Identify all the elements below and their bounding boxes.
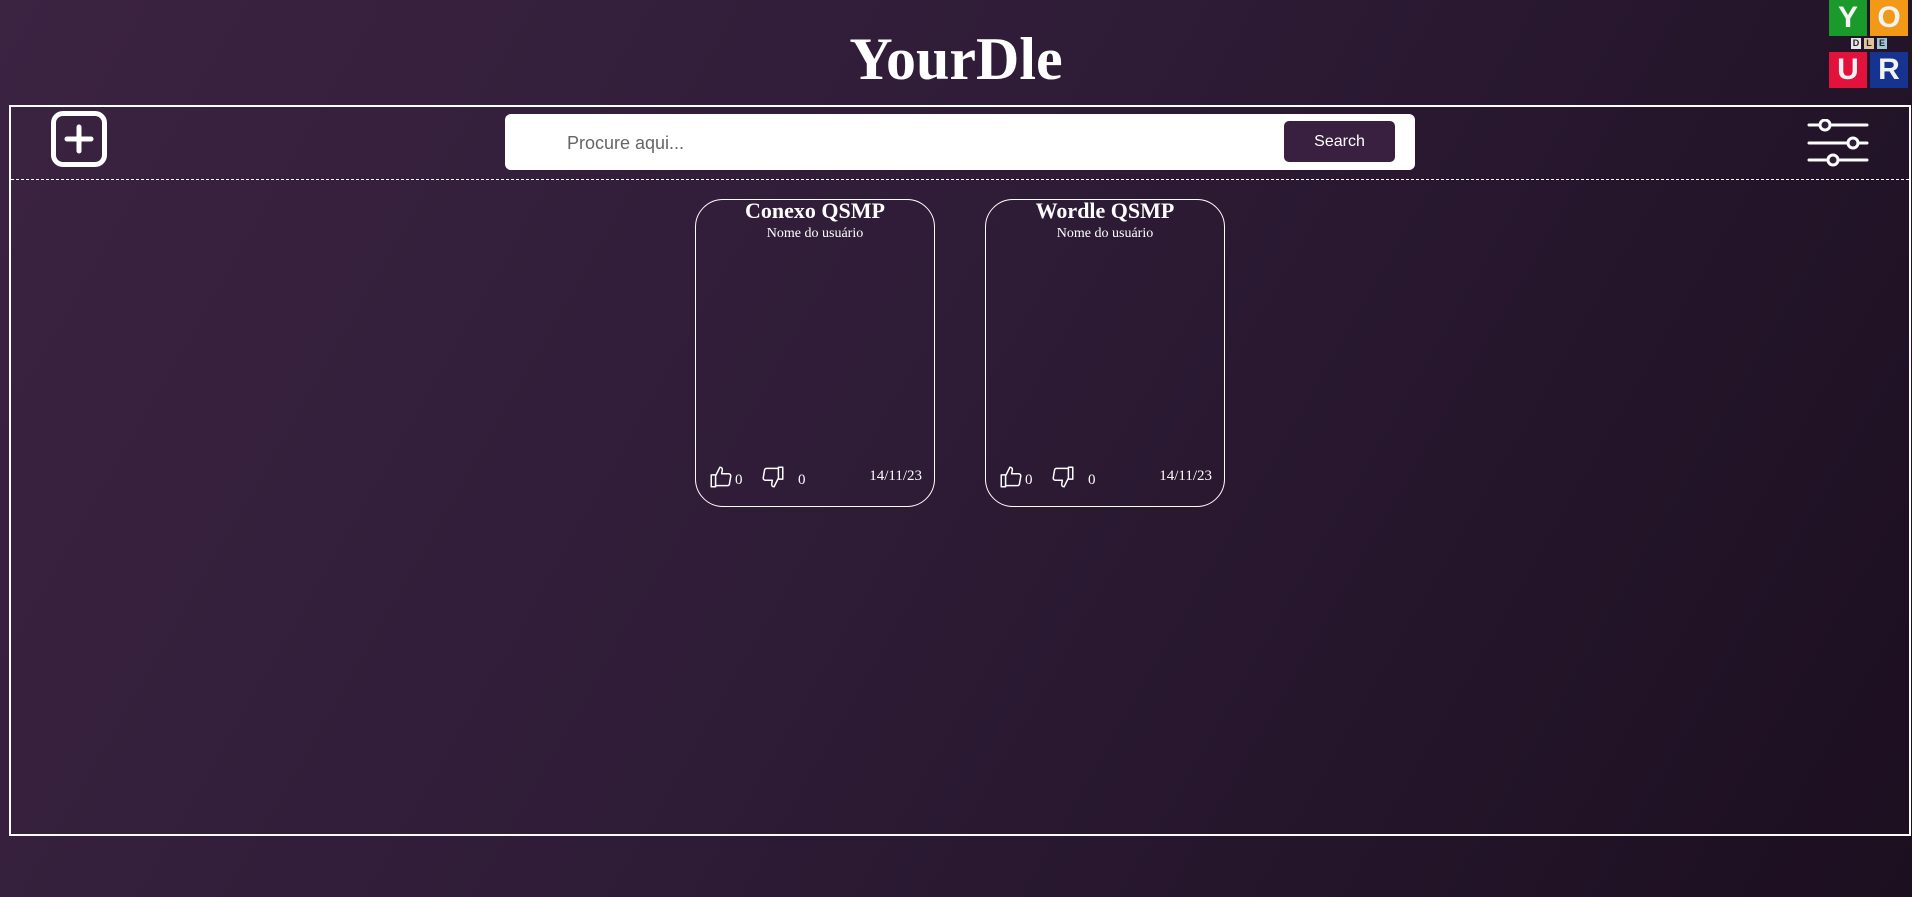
dislike-count: 0 bbox=[798, 472, 806, 488]
game-card[interactable]: Wordle QSMP Nome do usuário 0 0 14/11/23 bbox=[985, 198, 1225, 507]
search-bar: Search bbox=[505, 114, 1415, 170]
thumbs-down-icon[interactable] bbox=[1050, 464, 1076, 490]
card-title: Wordle QSMP bbox=[1035, 198, 1175, 223]
card-date: 14/11/23 bbox=[1159, 468, 1212, 484]
logo-middle: D L E bbox=[1849, 38, 1889, 50]
thumbs-up-icon[interactable] bbox=[708, 464, 734, 490]
toolbar: Search bbox=[11, 107, 1909, 180]
card-footer: 0 0 14/11/23 bbox=[998, 464, 1212, 490]
card-title: Conexo QSMP bbox=[745, 198, 885, 223]
dislike-count: 0 bbox=[1088, 472, 1096, 488]
logo-tile-o: O bbox=[1870, 0, 1908, 36]
page-title: YourDle bbox=[849, 26, 1063, 92]
main-panel: Search Conexo QSMP Nome do usuário 0 0 bbox=[9, 105, 1911, 836]
card-username: Nome do usuário bbox=[766, 226, 864, 241]
search-button[interactable]: Search bbox=[1284, 121, 1395, 162]
search-input[interactable] bbox=[565, 120, 1269, 166]
logo-tile-u: U bbox=[1829, 52, 1867, 88]
sliders-icon bbox=[1807, 118, 1869, 167]
card-date: 14/11/23 bbox=[869, 468, 922, 484]
logo-tile-y: Y bbox=[1829, 0, 1867, 36]
filter-button[interactable] bbox=[1807, 118, 1869, 167]
logo-tile-r: R bbox=[1870, 52, 1908, 88]
game-card[interactable]: Conexo QSMP Nome do usuário 0 0 14/11/23 bbox=[695, 198, 935, 507]
like-count: 0 bbox=[735, 472, 743, 488]
thumbs-down-icon[interactable] bbox=[760, 464, 786, 490]
plus-square-icon bbox=[64, 124, 94, 154]
thumbs-up-icon[interactable] bbox=[998, 464, 1024, 490]
add-button[interactable] bbox=[51, 111, 107, 167]
logo-letter-l: L bbox=[1864, 38, 1874, 49]
logo-letter-e: E bbox=[1877, 38, 1887, 49]
card-footer: 0 0 14/11/23 bbox=[708, 464, 922, 490]
logo-letter-d: D bbox=[1851, 38, 1861, 49]
card-username: Nome do usuário bbox=[1056, 226, 1154, 241]
like-count: 0 bbox=[1025, 472, 1033, 488]
yourdle-logo: Y O D L E U R bbox=[1829, 0, 1909, 90]
